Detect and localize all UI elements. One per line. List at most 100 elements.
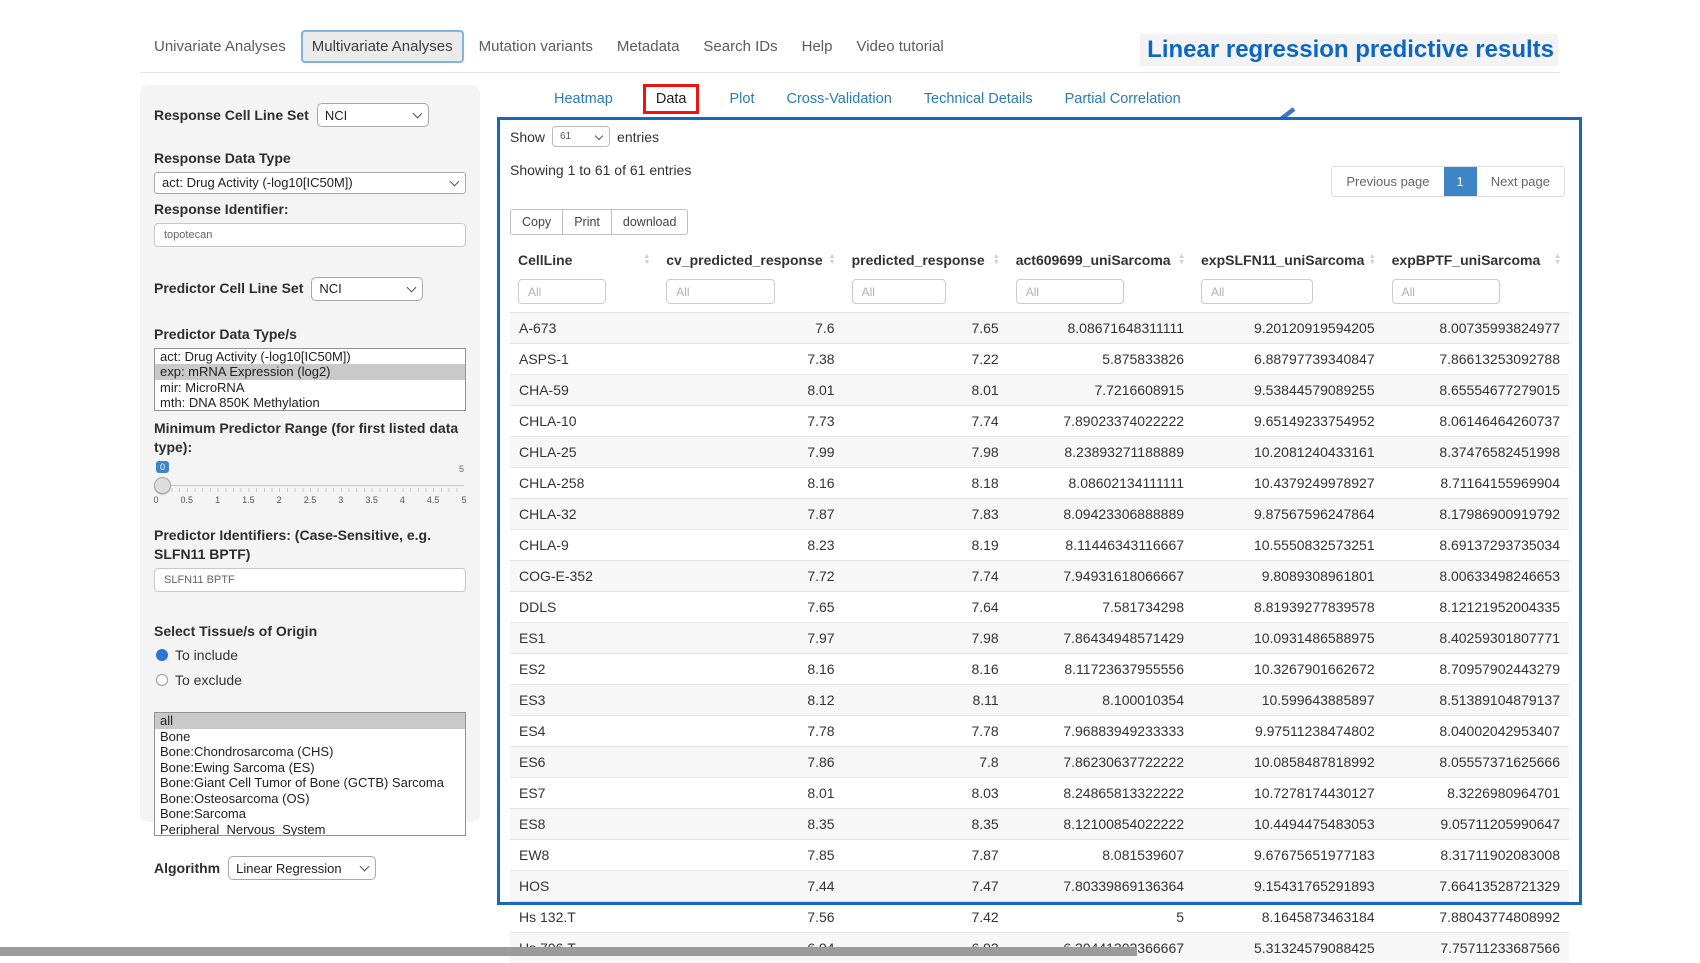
tissue-listbox[interactable]: allBoneBone:Chondrosarcoma (CHS)Bone:Ewi… [154,712,466,836]
data-results-panel: Show 61 entries Showing 1 to 61 of 61 en… [497,117,1582,905]
algorithm-select[interactable]: Linear Regression [228,856,376,880]
page-length-select[interactable]: 61 [552,126,610,147]
nav-item-metadata[interactable]: Metadata [608,30,689,63]
value-cell: 7.22 [844,344,1008,375]
value-cell: 10.4494475483053 [1193,809,1384,840]
column-filter-input-expslfn11_unisarcoma[interactable] [1201,279,1313,304]
tissue-option[interactable]: Peripheral_Nervous_System [155,822,465,837]
nav-item-search-ids[interactable]: Search IDs [694,30,786,63]
table-row: Hs 132.T7.567.4258.16458734631847.880437… [510,902,1569,933]
sort-icon[interactable]: ▲▼ [1178,254,1185,266]
value-cell: 8.01 [844,375,1008,406]
tissue-option[interactable]: all [155,713,465,729]
column-header-cv_predicted_response[interactable]: cv_predicted_response▲▼ [658,245,843,275]
nav-item-mutation-variants[interactable]: Mutation variants [470,30,602,63]
tissue-option[interactable]: Bone:Sarcoma [155,806,465,822]
print-button[interactable]: Print [563,209,612,235]
tissue-option[interactable]: Bone:Giant Cell Tumor of Bone (GCTB) Sar… [155,775,465,791]
radio-icon[interactable] [156,649,168,661]
next-page-button[interactable]: Next page [1477,167,1564,196]
response-identifier-label: Response Identifier: [154,200,466,219]
cell-line-name: ES6 [510,747,658,778]
column-filter-input-act609699_unisarcoma[interactable] [1016,279,1124,304]
cell-line-name: CHA-59 [510,375,658,406]
tissue-radio-to-include[interactable]: To include [156,647,466,663]
slider-tick-label: 1 [215,495,220,505]
predictor-data-type-option[interactable]: mir: MicroRNA [155,380,465,396]
tissue-option[interactable]: Bone:Osteosarcoma (OS) [155,791,465,807]
nav-item-video-tutorial[interactable]: Video tutorial [847,30,952,63]
value-cell: 8.12100854022222 [1008,809,1193,840]
min-predictor-range-slider[interactable]: 0 5 00.511.522.533.544.55 [156,478,464,512]
slider-track[interactable] [156,485,464,486]
copy-button[interactable]: Copy [510,209,563,235]
sort-icon[interactable]: ▲▼ [643,254,650,266]
value-cell: 9.53844579089255 [1193,375,1384,406]
column-filter-input-cellline[interactable] [518,279,606,304]
predictor-data-type-option[interactable]: act: Drug Activity (-log10[IC50M]) [155,349,465,365]
tissue-origin-label: Select Tissue/s of Origin [154,622,466,641]
column-filter-input-cv_predicted_response[interactable] [666,279,774,304]
predictor-identifiers-input[interactable] [154,568,466,592]
response-data-type-select[interactable]: act: Drug Activity (-log10[IC50M]) [154,172,466,194]
slider-tick-label: 1.5 [242,495,255,505]
results-tabs: Heatmap Data Plot Cross-Validation Technical… [552,84,1183,114]
nav-item-univariate-analyses[interactable]: Univariate Analyses [145,30,295,63]
value-cell: 8.71164155969904 [1384,468,1569,499]
tab-plot[interactable]: Plot [727,84,756,114]
column-filter-input-expbptf_unisarcoma[interactable] [1392,279,1500,304]
sort-icon[interactable]: ▲▼ [1554,254,1561,266]
value-cell: 7.65 [844,313,1008,344]
radio-icon[interactable] [156,674,168,686]
predictor-data-types-listbox[interactable]: act: Drug Activity (-log10[IC50M])exp: m… [154,348,466,411]
sort-icon[interactable]: ▲▼ [829,254,836,266]
download-button[interactable]: download [612,209,689,235]
sort-desc-icon: ▼ [1178,260,1185,266]
value-cell: 10.0931486588975 [1193,623,1384,654]
tab-data[interactable]: Data [643,84,700,114]
value-cell: 8.16 [658,654,843,685]
chevron-down-icon [412,109,422,119]
column-header-act609699_unisarcoma[interactable]: act609699_uniSarcoma▲▼ [1008,245,1193,275]
slider-tick-label: 3.5 [365,495,378,505]
column-header-cellline[interactable]: CellLine▲▼ [510,245,658,275]
column-filter-input-predicted_response[interactable] [852,279,947,304]
tissue-option[interactable]: Bone [155,729,465,745]
sort-icon[interactable]: ▲▼ [1369,254,1376,266]
tab-heatmap[interactable]: Heatmap [552,84,615,114]
response-identifier-input[interactable] [154,223,466,247]
table-row: ES67.867.87.8623063772222210.08584878189… [510,747,1569,778]
column-header-expslfn11_unisarcoma[interactable]: expSLFN11_uniSarcoma▲▼ [1193,245,1384,275]
predictor-cell-line-set-select[interactable]: NCI [311,277,423,301]
value-cell: 9.65149233754952 [1193,406,1384,437]
value-cell: 9.15431765291893 [1193,871,1384,902]
filter-cell [1384,275,1569,313]
cell-line-name: HOS [510,871,658,902]
column-header-inner: predicted_response▲▼ [852,252,1000,268]
results-table: CellLine▲▼cv_predicted_response▲▼ predict… [510,245,1569,963]
value-cell: 8.23 [658,530,843,561]
tissue-option[interactable]: Bone:Chondrosarcoma (CHS) [155,744,465,760]
tab-partial-correlation[interactable]: Partial Correlation [1063,84,1183,114]
column-header-predicted_response[interactable]: predicted_response▲▼ [844,245,1008,275]
tab-technical-details[interactable]: Technical Details [922,84,1035,114]
value-cell: 9.05711205990647 [1384,809,1569,840]
previous-page-button[interactable]: Previous page [1332,167,1443,196]
nav-item-help[interactable]: Help [793,30,842,63]
value-cell: 10.599643885897 [1193,685,1384,716]
nav-divider [140,72,1560,73]
tissue-radio-to-exclude[interactable]: To exclude [156,672,466,688]
tab-cross-validation[interactable]: Cross-Validation [784,84,893,114]
tissue-option[interactable]: Bone:Ewing Sarcoma (ES) [155,760,465,776]
top-navigation: Univariate AnalysesMultivariate Analyses… [145,30,953,63]
column-header-inner: act609699_uniSarcoma▲▼ [1016,252,1185,268]
column-header-expbptf_unisarcoma[interactable]: expBPTF_uniSarcoma▲▼ [1384,245,1569,275]
response-cell-line-set-select[interactable]: NCI [317,103,429,127]
table-info-text: Showing 1 to 61 of 61 entries [510,160,691,178]
current-page-button[interactable]: 1 [1444,167,1477,196]
predictor-data-type-option[interactable]: exp: mRNA Expression (log2) [155,364,465,380]
nav-item-multivariate-analyses[interactable]: Multivariate Analyses [301,30,464,63]
predictor-data-type-option[interactable]: mth: DNA 850K Methylation [155,395,465,411]
value-cell: 8.11446343116667 [1008,530,1193,561]
sort-icon[interactable]: ▲▼ [993,254,1000,266]
